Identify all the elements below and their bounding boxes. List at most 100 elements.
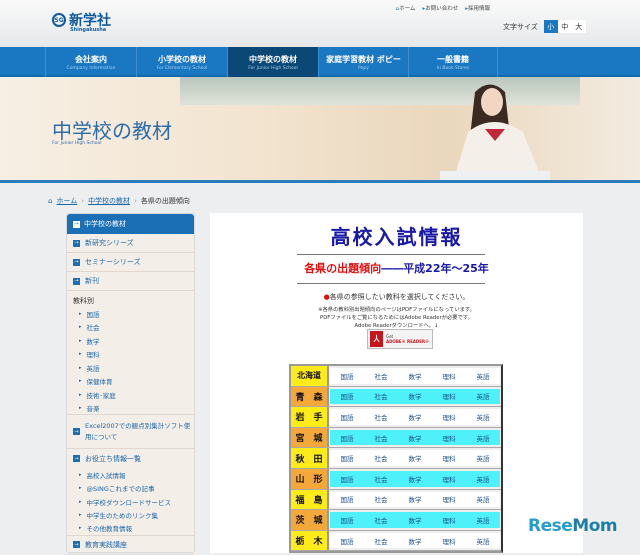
sidebar-subject[interactable]: 数学 [67, 334, 194, 348]
sidebar-subject[interactable]: 技術･家庭 [67, 388, 194, 402]
subject-pdf-link[interactable]: 英語 [477, 453, 490, 463]
nav-books[interactable]: 一般書籍 In Book Stores [408, 47, 498, 77]
contact-link[interactable]: ▸お問い合わせ [422, 4, 458, 12]
sidebar-subject[interactable]: 国語 [67, 307, 194, 321]
subject-pdf-link[interactable]: 国語 [341, 412, 354, 422]
subject-links: 国語 社会 数学 理科 英語 [330, 450, 500, 466]
sidebar-subject[interactable]: 社会 [67, 321, 194, 335]
subject-pdf-link[interactable]: 国語 [341, 536, 354, 546]
subject-pdf-link[interactable]: 英語 [477, 515, 490, 525]
divider [297, 283, 485, 284]
font-size-medium[interactable]: 中 [557, 20, 572, 33]
subject-pdf-link[interactable]: 理科 [443, 515, 456, 525]
subject-pdf-link[interactable]: 社会 [375, 391, 388, 401]
instruction: ●各県の参照したい教科を選択してください。 [323, 293, 470, 301]
font-size-large[interactable]: 大 [571, 20, 586, 33]
font-size-small[interactable]: 小 [543, 20, 558, 33]
get-adobe-reader-button[interactable]: ⅄ Get ADOBE® READER® [367, 329, 433, 349]
banner-title: 中学校の教材 [52, 119, 172, 143]
subject-pdf-link[interactable]: 社会 [375, 515, 388, 525]
nav-popy[interactable]: 家庭学習教材 ポピー Popy [318, 47, 408, 77]
sidebar-item-info[interactable]: → お役立ち情報一覧 [67, 449, 194, 468]
subject-pdf-link[interactable]: 数学 [409, 371, 422, 381]
subject-pdf-link[interactable]: 理科 [443, 433, 456, 443]
subject-pdf-link[interactable]: 数学 [409, 536, 422, 546]
subject-pdf-link[interactable]: 理科 [443, 536, 456, 546]
sidebar-info-item[interactable]: 高校入試情報 [67, 468, 194, 482]
table-row: 福 島 国語 社会 数学 理科 英語 [291, 489, 501, 511]
subject-pdf-link[interactable]: 理科 [443, 391, 456, 401]
subject-pdf-link[interactable]: 数学 [409, 412, 422, 422]
sidebar-header[interactable]: → 中学校の教材 [67, 214, 194, 234]
recruit-link[interactable]: ▸採用情報 [465, 4, 490, 12]
sidebar-info-item[interactable]: 中学校ダウンロードサービス [67, 495, 194, 509]
subject-pdf-link[interactable]: 数学 [409, 391, 422, 401]
subject-pdf-link[interactable]: 英語 [477, 391, 490, 401]
subject-pdf-link[interactable]: 英語 [477, 536, 490, 546]
sidebar-info-item[interactable]: 中学生のためのリンク集 [67, 509, 194, 523]
subject-pdf-link[interactable]: 国語 [341, 494, 354, 504]
subject-pdf-link[interactable]: 数学 [409, 515, 422, 525]
prefecture-name: 青 森 [291, 386, 329, 407]
prefecture-name: 山 形 [291, 468, 329, 489]
breadcrumb-junior[interactable]: 中学校の教材 [88, 196, 130, 206]
subject-pdf-link[interactable]: 数学 [409, 453, 422, 463]
table-row: 北海道 国語 社会 数学 理科 英語 [291, 366, 501, 387]
nav-company[interactable]: 会社案内 Company Information [45, 47, 136, 77]
subject-pdf-link[interactable]: 英語 [477, 412, 490, 422]
nav-junior-high[interactable]: 中学校の教材 For Junior High School [227, 47, 318, 77]
subject-pdf-link[interactable]: 英語 [477, 433, 490, 443]
sidebar-info-item[interactable]: その他教育情報 [67, 522, 194, 536]
subject-pdf-link[interactable]: 理科 [443, 453, 456, 463]
subject-pdf-link[interactable]: 国語 [341, 453, 354, 463]
sidebar-subject[interactable]: 英語 [67, 361, 194, 375]
subject-pdf-link[interactable]: 社会 [375, 494, 388, 504]
sidebar-info-item[interactable]: @SINGこれまでの記事 [67, 482, 194, 496]
breadcrumb-home[interactable]: ホーム [56, 196, 77, 206]
subject-pdf-link[interactable]: 国語 [341, 391, 354, 401]
table-row: 栃 木 国語 社会 数学 理科 英語 [291, 530, 501, 552]
subject-pdf-link[interactable]: 社会 [375, 474, 388, 484]
subject-pdf-link[interactable]: 社会 [375, 433, 388, 443]
subject-pdf-link[interactable]: 社会 [375, 412, 388, 422]
subject-pdf-link[interactable]: 数学 [409, 494, 422, 504]
subject-links: 国語 社会 数学 理科 英語 [330, 532, 500, 549]
subject-pdf-link[interactable]: 社会 [375, 536, 388, 546]
logo[interactable]: SG 新学社 Shingakusha [52, 10, 111, 33]
arrow-icon: → [73, 541, 80, 548]
table-row: 秋 田 国語 社会 数学 理科 英語 [291, 448, 501, 469]
subject-pdf-link[interactable]: 理科 [443, 494, 456, 504]
sidebar-subject[interactable]: 保健体育 [67, 375, 194, 389]
sidebar-subject[interactable]: 音楽 [67, 402, 194, 415]
sidebar-subject[interactable]: 理科 [67, 348, 194, 362]
sidebar-item-excel[interactable]: → Excel2007での観点別集計ソフト使用について [67, 415, 194, 449]
prefecture-name: 茨 城 [291, 510, 329, 530]
subject-pdf-link[interactable]: 理科 [443, 371, 456, 381]
subject-pdf-link[interactable]: 数学 [409, 474, 422, 484]
arrow-icon: → [73, 455, 80, 462]
subject-pdf-link[interactable]: 英語 [477, 494, 490, 504]
pdf-note: ※各県の教科別出題傾向のページはPDFファイルになっています。 [318, 307, 475, 313]
subject-pdf-link[interactable]: 国語 [341, 515, 354, 525]
nav-elementary[interactable]: 小学校の教材 For Elementary School [136, 47, 227, 77]
sidebar-item-seminar[interactable]: → セミナーシリーズ [67, 253, 194, 272]
arrow-icon: → [73, 220, 80, 228]
sidebar-item-new[interactable]: → 新刊 [67, 272, 194, 291]
subject-pdf-link[interactable]: 国語 [341, 433, 354, 443]
subject-pdf-link[interactable]: 理科 [443, 474, 456, 484]
subject-pdf-link[interactable]: 数学 [409, 433, 422, 443]
sidebar-item-shinkenkyu[interactable]: → 新研究シリーズ [67, 234, 194, 253]
prefecture-name: 北海道 [291, 366, 329, 386]
subject-pdf-link[interactable]: 国語 [341, 371, 354, 381]
sidebar-item-lecture[interactable]: → 教育実践講座 [67, 536, 194, 555]
pdf-note: PDFファイルをご覧になるためにはAdobe Readerが必要です。 [320, 315, 473, 321]
subject-pdf-link[interactable]: 国語 [341, 474, 354, 484]
prefecture-name: 岩 手 [291, 407, 329, 427]
subject-pdf-link[interactable]: 英語 [477, 474, 490, 484]
arrow-icon: → [73, 428, 80, 435]
subject-pdf-link[interactable]: 社会 [375, 453, 388, 463]
home-link[interactable]: ⌂ホーム [396, 4, 416, 12]
subject-pdf-link[interactable]: 理科 [443, 412, 456, 422]
subject-pdf-link[interactable]: 社会 [375, 371, 388, 381]
subject-pdf-link[interactable]: 英語 [477, 371, 490, 381]
